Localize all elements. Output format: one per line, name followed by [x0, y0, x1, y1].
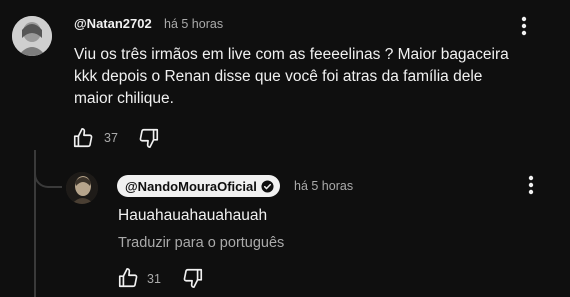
reply-avatar[interactable]: [66, 172, 98, 204]
verified-check-icon: [261, 179, 274, 193]
thumbs-down-icon: [183, 268, 203, 288]
avatar[interactable]: [12, 16, 52, 56]
comment-timestamp[interactable]: há 5 horas: [164, 17, 223, 31]
comment-text: Viu os três irmãos em live com as feeeel…: [74, 44, 554, 110]
reply-like-count: 31: [147, 272, 161, 286]
reply-author-handle: @NandoMouraOficial: [125, 178, 257, 194]
like-button[interactable]: [70, 125, 96, 151]
reply-text: Hauahauahauahauah: [118, 207, 268, 224]
thumbs-up-icon: [118, 268, 138, 288]
more-vertical-icon: [521, 16, 527, 36]
reply-dislike-button[interactable]: [180, 265, 206, 291]
thumbs-up-icon: [73, 128, 93, 148]
comment-text-line: kkk depois o Renan disse que você foi at…: [74, 68, 483, 85]
dislike-button[interactable]: [136, 125, 162, 151]
thumbs-down-icon: [139, 128, 159, 148]
more-vertical-icon: [528, 175, 534, 195]
comment-text-line: maior chilique.: [74, 90, 174, 107]
creator-handle-chip[interactable]: @NandoMouraOficial: [117, 175, 280, 197]
thread-connector: [34, 160, 62, 188]
reply-timestamp[interactable]: há 5 horas: [294, 179, 353, 193]
reply-menu-button[interactable]: [519, 171, 543, 199]
like-count: 37: [104, 131, 118, 145]
comment-author-handle[interactable]: @Natan2702: [74, 16, 152, 31]
reply-like-button[interactable]: [115, 265, 141, 291]
comment-text-line: Viu os três irmãos em live com as feeeel…: [74, 46, 509, 63]
comment-menu-button[interactable]: [512, 12, 536, 40]
translate-link[interactable]: Traduzir para o português: [118, 235, 284, 251]
